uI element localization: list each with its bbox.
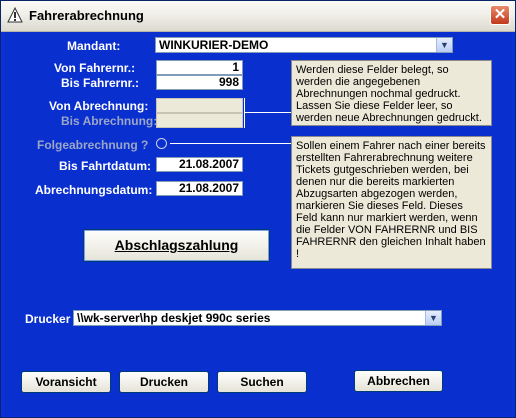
chevron-down-icon[interactable]: ▼ [436,38,452,52]
bis-fahrtdatum-label: Bis Fahrtdatum: [59,159,152,173]
folgeabrechnung-label: Folgeabrechnung ? [37,138,149,152]
mandant-label: Mandant: [67,39,121,53]
bracket-line [244,98,245,128]
abschlagszahlung-button[interactable]: Abschlagszahlung [83,229,270,262]
connector-line [170,143,291,144]
chevron-down-icon[interactable]: ▼ [425,311,441,325]
abschlagszahlung-label: Abschlagszahlung [114,237,239,253]
von-abrechnung-label: Von Abrechnung: [49,99,149,113]
abrechnungsdatum-input[interactable]: 21.08.2007 [156,181,243,196]
von-fahrernr-input[interactable]: 1 [156,60,243,75]
bis-abrechnung-label: Bis Abrechnung: [61,114,158,128]
dialog-client: Mandant: WINKURIER-DEMO ▼ Von Fahrernr.:… [4,32,512,415]
drucken-button[interactable]: Drucken [119,371,209,393]
abbrechen-button[interactable]: Abbrechen [354,370,443,392]
dialog-window: Fahrerabrechnung ✕ Mandant: WINKURIER-DE… [0,0,516,418]
title-bar[interactable]: Fahrerabrechnung ✕ [1,1,515,32]
drucker-select[interactable]: \\wk-server\hp deskjet 990c series ▼ [73,310,442,326]
drucker-label: Drucker [25,312,71,326]
bis-abrechnung-input[interactable] [156,113,243,128]
von-abrechnung-input[interactable] [156,98,243,113]
note-folgeabrechnung: Sollen einem Fahrer nach einer bereits e… [291,136,492,269]
mandant-select[interactable]: WINKURIER-DEMO ▼ [155,37,453,53]
bis-fahrtdatum-input[interactable]: 21.08.2007 [156,157,243,172]
mandant-value: WINKURIER-DEMO [159,38,269,52]
von-fahrernr-label: Von Fahrernr.: [54,61,136,75]
bis-fahrernr-input[interactable]: 998 [156,75,243,90]
connector-line [244,112,291,113]
close-button[interactable]: ✕ [490,5,510,25]
bis-fahrernr-label: Bis Fahrernr.: [61,76,140,90]
abrechnungsdatum-label: Abrechnungsdatum: [35,183,153,197]
voransicht-button[interactable]: Voransicht [21,371,111,393]
warning-app-icon [7,7,23,23]
suchen-button[interactable]: Suchen [217,371,307,393]
folgeabrechnung-radio[interactable] [156,138,167,149]
window-title: Fahrerabrechnung [29,8,144,23]
drucker-value: \\wk-server\hp deskjet 990c series [77,311,271,325]
note-abrechnung: Werden diese Felder belegt, so werden di… [291,60,492,126]
